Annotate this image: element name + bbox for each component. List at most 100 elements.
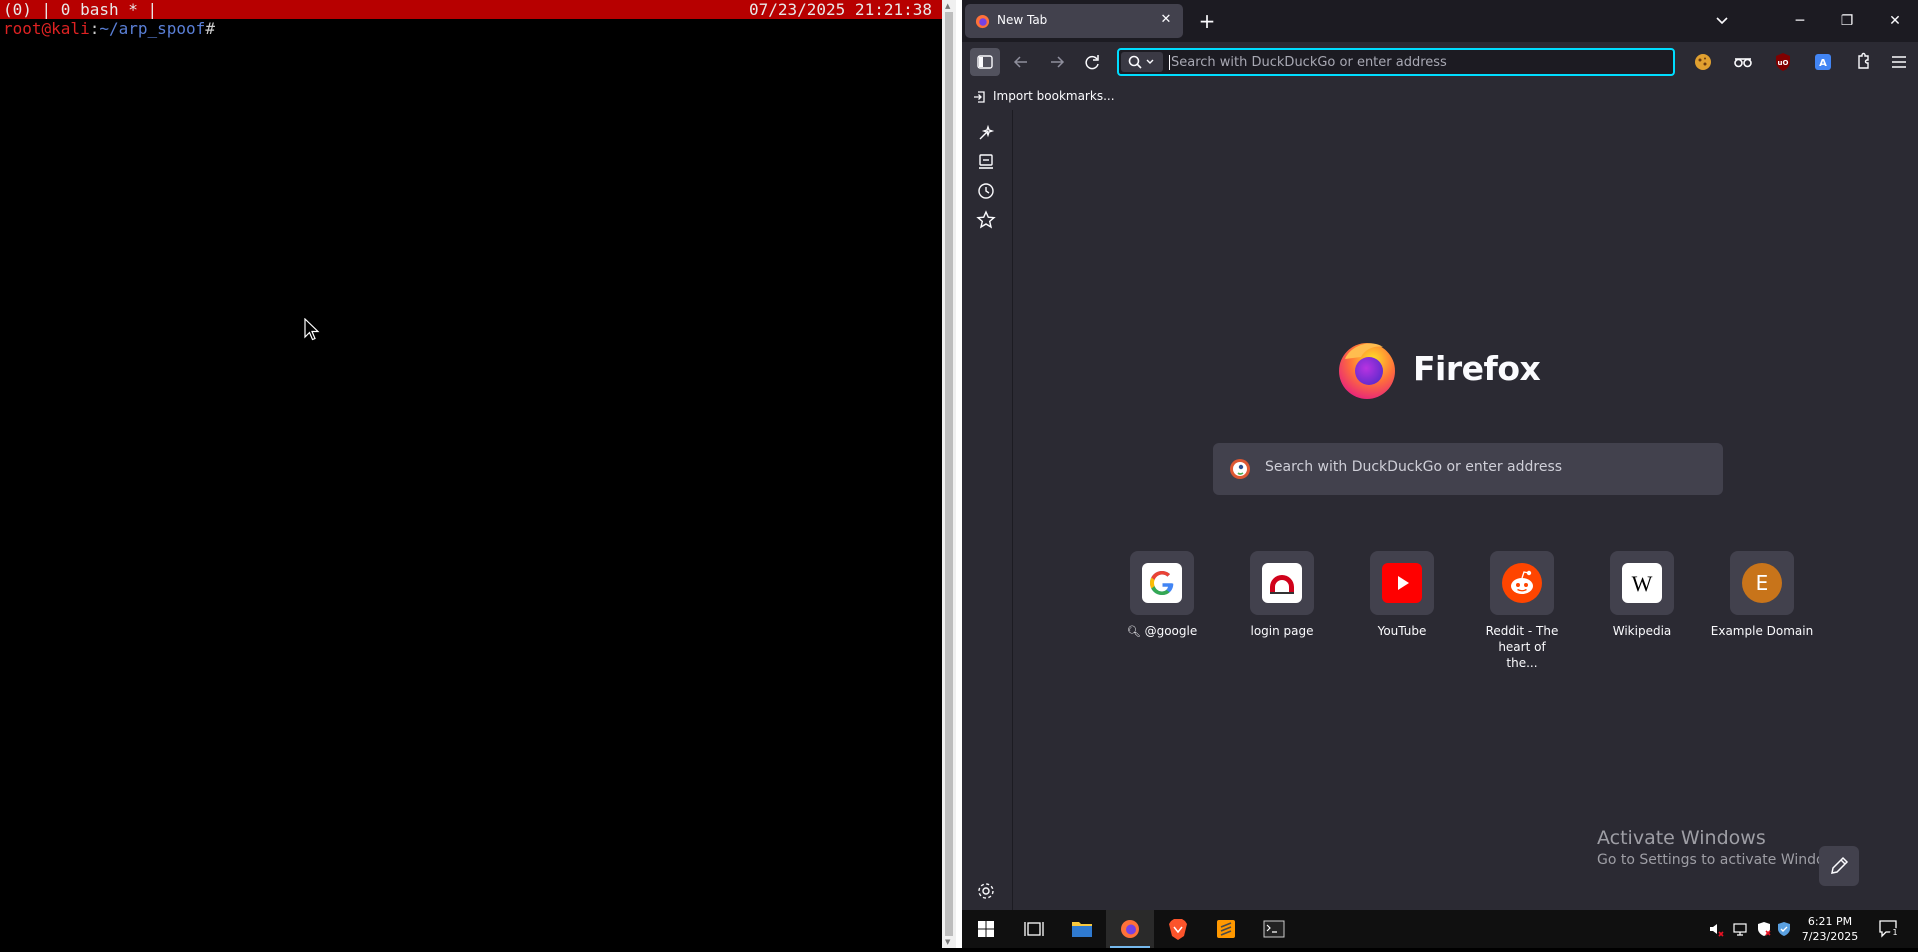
reddit-icon: [1502, 563, 1542, 603]
windows-logo-icon: [978, 921, 994, 937]
restore-button[interactable]: ❐: [1824, 0, 1870, 42]
tmux-window-list: (0) | 0 bash * |: [3, 0, 158, 19]
mouse-pointer-icon: [304, 318, 320, 341]
vpn-shield-icon[interactable]: [1776, 921, 1792, 937]
bookmarks-toolbar: Import bookmarks...: [962, 83, 1918, 110]
top-site-tile[interactable]: [1490, 551, 1554, 615]
search-mode-button[interactable]: [1121, 52, 1163, 72]
activate-windows-subtitle: Go to Settings to activate Windows.: [1597, 852, 1848, 868]
translate-extension-icon[interactable]: A: [1811, 50, 1835, 74]
minimize-button[interactable]: ─: [1777, 0, 1823, 42]
top-site-example-domain[interactable]: E Example Domain: [1707, 551, 1817, 639]
address-bar[interactable]: [1117, 48, 1675, 76]
arrow-right-icon: [1051, 56, 1065, 68]
hero-search-placeholder: Search with DuckDuckGo or enter address: [1265, 459, 1563, 475]
task-view-icon: [1024, 922, 1044, 936]
top-site-login-page[interactable]: login page: [1227, 551, 1337, 639]
cookie-extension-icon[interactable]: [1691, 50, 1715, 74]
chevron-down-icon[interactable]: [1710, 10, 1734, 32]
extensions-puzzle-icon[interactable]: [1851, 50, 1875, 74]
top-site-tile[interactable]: E: [1730, 551, 1794, 615]
google-icon: [1142, 563, 1182, 603]
top-site-tile[interactable]: W: [1610, 551, 1674, 615]
taskbar-clock[interactable]: 6:21 PM 7/23/2025: [1792, 914, 1868, 944]
brave-lion-icon: [1169, 919, 1187, 940]
activate-windows-title: Activate Windows: [1597, 827, 1766, 849]
sidebar-toggle-button[interactable]: [970, 48, 1000, 76]
top-site-label: Wikipedia: [1612, 624, 1672, 638]
terminal-window[interactable]: (0) | 0 bash * | 07/23/2025 21:21:38 roo…: [0, 0, 942, 948]
volume-muted-icon[interactable]: [1708, 921, 1724, 937]
terminal-icon: [1263, 920, 1285, 938]
taskbar-firefox-button[interactable]: [1106, 910, 1154, 948]
arrow-left-icon: [1013, 56, 1027, 68]
scroll-down-icon[interactable]: ▼: [945, 938, 950, 946]
top-site-youtube[interactable]: YouTube: [1347, 551, 1457, 639]
top-site-google[interactable]: 🔍︎ @google: [1107, 551, 1217, 640]
close-window-button[interactable]: ✕: [1872, 0, 1918, 42]
top-site-label-text: @google: [1144, 624, 1198, 638]
youtube-icon: [1382, 563, 1422, 603]
settings-gear-icon[interactable]: [974, 879, 998, 903]
new-tab-page: Firefox Search with DuckDuckGo or enter …: [1013, 110, 1918, 910]
sublime-text-icon: [1217, 920, 1235, 938]
ublock-origin-icon[interactable]: uO: [1771, 50, 1795, 74]
new-tab-button[interactable]: +: [1194, 8, 1220, 34]
reload-button[interactable]: [1077, 48, 1107, 76]
tab-new-tab[interactable]: New Tab ✕: [965, 4, 1183, 38]
taskbar-brave-button[interactable]: [1154, 910, 1202, 948]
svg-text:uO: uO: [1778, 59, 1789, 67]
prompt-colon: :: [89, 19, 100, 38]
firefox-icon: [1121, 920, 1139, 938]
sidebar-icon: [977, 55, 993, 69]
taskbar-terminal-button[interactable]: [1250, 910, 1298, 948]
back-button[interactable]: [1006, 48, 1036, 76]
login-page-icon: [1262, 563, 1302, 603]
wikipedia-icon: W: [1622, 563, 1662, 603]
top-site-reddit[interactable]: Reddit - The heart of the...: [1467, 551, 1577, 671]
file-explorer-button[interactable]: [1058, 910, 1106, 948]
taskbar-sublime-text-button[interactable]: [1202, 910, 1250, 948]
firefox-logo-icon: [1339, 343, 1395, 399]
forward-button[interactable]: [1042, 48, 1072, 76]
terminal-scrollbar[interactable]: ▲ ▼: [942, 0, 956, 948]
prompt-path: ~/arp_spoof: [99, 19, 206, 38]
history-clock-icon[interactable]: [974, 179, 998, 203]
activate-windows-watermark: Activate Windows Go to Settings to activ…: [1597, 826, 1848, 870]
scroll-up-icon[interactable]: ▲: [945, 2, 950, 10]
network-icon[interactable]: [1732, 921, 1748, 937]
top-site-wikipedia[interactable]: W Wikipedia: [1587, 551, 1697, 639]
hero-search-box[interactable]: Search with DuckDuckGo or enter address: [1213, 443, 1723, 495]
bookmarks-star-icon[interactable]: [974, 208, 998, 232]
scrollbar-thumb[interactable]: [945, 12, 953, 936]
ai-chatbot-icon[interactable]: [974, 121, 998, 145]
browser-sidebar: [962, 110, 1013, 910]
top-site-tile[interactable]: [1370, 551, 1434, 615]
start-button[interactable]: [962, 910, 1010, 948]
reload-icon: [1085, 55, 1099, 70]
security-shield-icon[interactable]: [1756, 921, 1772, 937]
top-site-label: login page: [1250, 624, 1314, 638]
tmux-status-bar: (0) | 0 bash * | 07/23/2025 21:21:38: [0, 0, 942, 19]
duckduckgo-icon: [1230, 459, 1250, 479]
customize-button[interactable]: [1819, 846, 1859, 886]
tab-strip: New Tab ✕ + ─ ❐ ✕: [962, 0, 1918, 42]
navigation-toolbar: uO A: [962, 42, 1918, 83]
hamburger-menu-icon[interactable]: [1887, 50, 1911, 74]
clock-date: 7/23/2025: [1801, 930, 1859, 943]
windows-taskbar: 6:21 PM 7/23/2025 1: [962, 910, 1918, 948]
action-center-button[interactable]: 1: [1878, 919, 1900, 939]
glasses-extension-icon[interactable]: [1731, 50, 1755, 74]
prompt-user: root@kali: [3, 19, 90, 38]
url-input[interactable]: [1171, 50, 1671, 74]
task-view-button[interactable]: [1010, 910, 1058, 948]
import-bookmarks-label: Import bookmarks...: [993, 89, 1115, 103]
top-site-tile[interactable]: [1130, 551, 1194, 615]
shell-prompt[interactable]: root@kali:~/arp_spoof#: [3, 19, 215, 39]
firefox-wordmark: Firefox: [1413, 349, 1541, 388]
top-site-tile[interactable]: [1250, 551, 1314, 615]
close-tab-icon[interactable]: ✕: [1157, 11, 1175, 29]
folder-icon: [1072, 922, 1092, 937]
synced-tabs-icon[interactable]: [974, 150, 998, 174]
notification-count: 1: [1890, 928, 1900, 938]
